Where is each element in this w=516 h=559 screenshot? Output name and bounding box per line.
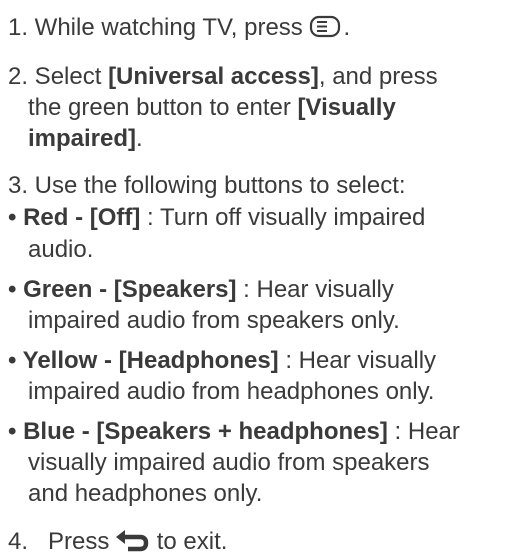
step-2-text-cont: , and press xyxy=(318,63,438,90)
green-option-desc: : Hear visually xyxy=(236,276,394,303)
step-4-tail: to exit. xyxy=(150,528,228,555)
option-yellow-line-2: impaired audio from headphones only. xyxy=(28,378,434,406)
option-red-line-2: audio. xyxy=(28,236,93,264)
blue-option-desc-cont-2: and headphones only. xyxy=(28,480,263,507)
step-2-line-1: 2. Select [Universal access], and press xyxy=(8,63,438,91)
green-option-label: Green - [Speakers] xyxy=(23,276,237,303)
visually-impaired-label: [Visually xyxy=(297,94,396,121)
step-2-text-2: the green button to enter xyxy=(28,94,298,121)
step-1-text: 1. While watching TV, press xyxy=(8,14,303,41)
blue-option-desc: : Hear xyxy=(387,418,460,445)
green-option-desc-cont: impaired audio from speakers only. xyxy=(28,307,400,334)
option-yellow-line-1: • Yellow - [Headphones] : Hear visually xyxy=(8,347,436,375)
option-blue-line-2: visually impaired audio from speakers xyxy=(28,449,430,477)
universal-access-label: [Universal access] xyxy=(108,63,319,90)
red-option-desc-cont: audio. xyxy=(28,236,94,263)
option-green-line-2: impaired audio from speakers only. xyxy=(28,307,400,335)
bullet: • xyxy=(8,418,24,445)
red-option-label: Red - [Off] xyxy=(23,204,141,231)
bullet: • xyxy=(8,347,23,374)
bullet: • xyxy=(8,204,24,231)
step-2-text: 2. Select xyxy=(8,63,109,90)
back-arrow-icon xyxy=(116,530,150,559)
yellow-option-label: Yellow - [Headphones] xyxy=(22,347,279,374)
step-3-text: 3. Use the following buttons to select: xyxy=(8,172,406,199)
step-4-text: 4. Press xyxy=(8,528,117,555)
option-blue-line-1: • Blue - [Speakers + headphones] : Hear xyxy=(8,418,460,446)
yellow-option-desc-cont: impaired audio from headphones only. xyxy=(28,378,435,405)
step-1-period: . xyxy=(343,14,351,41)
step-2-line-2: the green button to enter [Visually xyxy=(28,94,396,122)
option-blue-line-3: and headphones only. xyxy=(28,480,262,508)
instructions-document: 1. While watching TV, press . 2. Select … xyxy=(0,0,516,558)
blue-option-label: Blue - [Speakers + headphones] xyxy=(23,418,388,445)
red-option-desc: : Turn off visually impaired xyxy=(140,204,426,231)
step-3: 3. Use the following buttons to select: xyxy=(8,172,406,200)
yellow-option-desc: : Hear visually xyxy=(278,347,437,374)
step-2-period: . xyxy=(136,125,143,152)
bullet: • xyxy=(8,276,24,303)
step-1: 1. While watching TV, press . xyxy=(8,14,350,46)
options-menu-icon xyxy=(309,15,343,46)
step-4: 4. Press to exit. xyxy=(8,528,227,559)
blue-option-desc-cont: visually impaired audio from speakers xyxy=(28,449,430,476)
option-red-line-1: • Red - [Off] : Turn off visually impair… xyxy=(8,204,425,232)
option-green-line-1: • Green - [Speakers] : Hear visually xyxy=(8,276,394,304)
visually-impaired-label-cont: impaired] xyxy=(28,125,137,152)
step-2-line-3: impaired]. xyxy=(28,125,143,153)
